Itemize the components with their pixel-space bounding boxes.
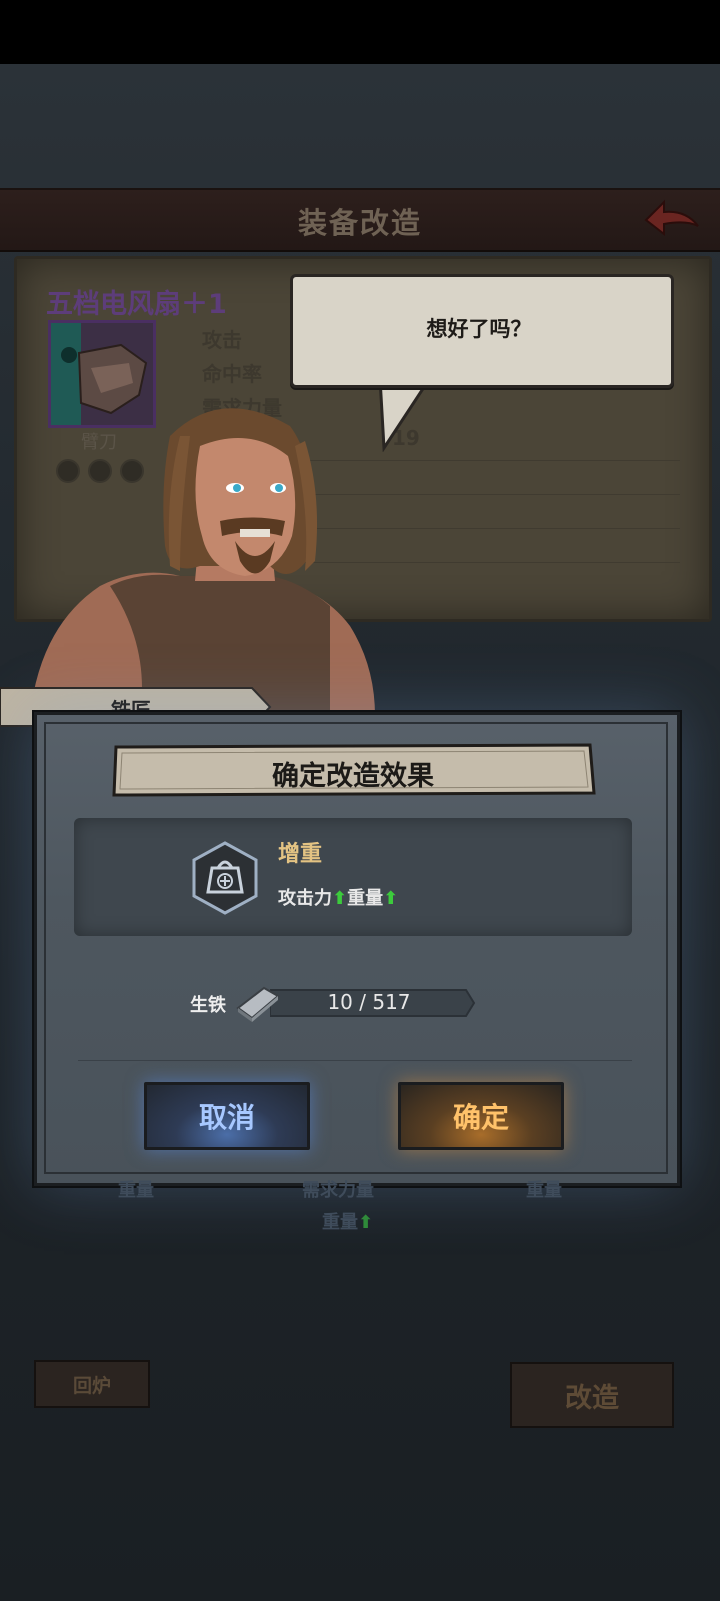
material-count: 10 / 517	[327, 990, 411, 1014]
arrow-up-icon: ⬆	[332, 888, 348, 909]
effect-stat: 重量	[347, 888, 384, 909]
stat-label: 命中率	[202, 362, 262, 386]
modify-button[interactable]: 改造	[510, 1362, 674, 1428]
arrow-up-icon: ⬆	[358, 1212, 374, 1233]
dialog-title: 确定改造效果	[272, 761, 434, 792]
cancel-button[interactable]: 取消	[144, 1082, 310, 1150]
page-title: 装备改造	[297, 206, 422, 240]
stat-label: 攻击	[202, 328, 242, 352]
confirm-button[interactable]: 确定	[398, 1082, 564, 1150]
background-stat: 重量	[526, 1180, 562, 1201]
divider	[78, 1060, 632, 1061]
recycle-button[interactable]: 回炉	[34, 1360, 150, 1408]
background-stat: 重量	[118, 1180, 154, 1201]
effect-name: 增重	[278, 842, 323, 867]
back-arrow-icon[interactable]	[642, 196, 702, 242]
background-stat: 重量⬆	[322, 1212, 374, 1233]
material-label: 生铁	[190, 995, 226, 1016]
effect-stat: 攻击力	[278, 888, 332, 909]
effect-description: 攻击力⬆重量⬆	[278, 884, 398, 910]
background-stat: 需求力量	[302, 1180, 374, 1201]
weight-add-icon	[192, 841, 258, 915]
status-bar	[0, 0, 720, 64]
arrow-up-icon: ⬆	[383, 888, 399, 909]
effect-panel	[74, 818, 632, 936]
speech-text: 想好了吗？	[426, 317, 532, 341]
blacksmith-portrait	[30, 408, 375, 716]
item-name: 五档电风扇＋1	[46, 289, 227, 320]
